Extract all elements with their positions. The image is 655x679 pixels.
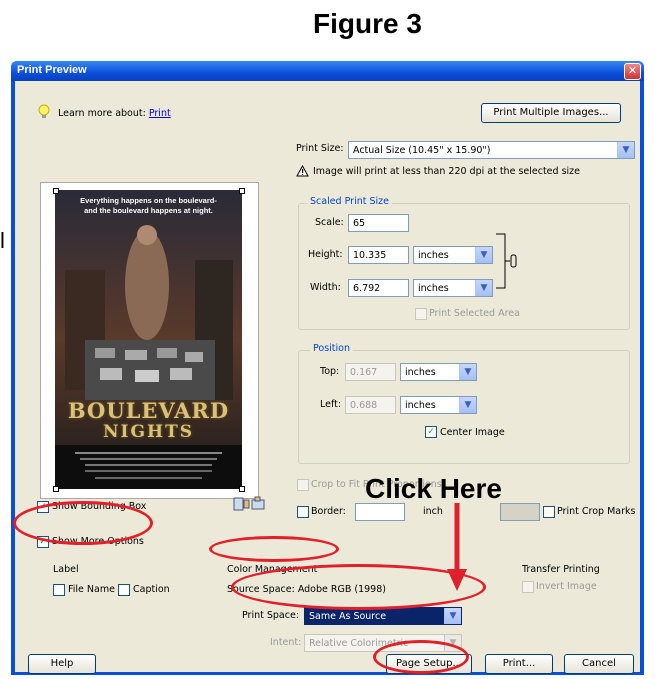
border-checkbox[interactable]: [297, 506, 309, 518]
center-image-checkbox[interactable]: ✓: [425, 426, 437, 438]
chevron-down-icon[interactable]: ▼: [459, 364, 476, 380]
arrow-down-icon: [445, 503, 469, 596]
transfer-printing-heading: Transfer Printing: [522, 564, 600, 575]
poster-title-line-1: BOULEVARD: [67, 398, 230, 423]
label-heading: Label: [53, 564, 79, 575]
crop-to-fit-checkbox[interactable]: [297, 479, 309, 491]
poster-title-line-2: NIGHTS: [103, 422, 194, 442]
chevron-down-icon[interactable]: ▼: [475, 280, 492, 296]
bounding-handle[interactable]: [239, 486, 245, 492]
orientation-icons[interactable]: [233, 496, 267, 515]
border-input[interactable]: [355, 503, 405, 521]
cancel-button[interactable]: Cancel: [564, 654, 634, 674]
chevron-down-icon[interactable]: ▼: [617, 142, 634, 158]
file-name-label: File Name: [68, 584, 115, 595]
left-unit-select[interactable]: inches ▼: [400, 396, 477, 414]
chevron-down-icon[interactable]: ▼: [444, 608, 461, 624]
close-icon[interactable]: ✕: [624, 63, 641, 80]
height-unit-select[interactable]: inches ▼: [413, 246, 493, 264]
print-space-label: Print Space:: [242, 610, 300, 621]
scaled-print-size-title: Scaled Print Size: [307, 196, 392, 207]
dialog-title: Print Preview: [17, 64, 87, 76]
invert-image-checkbox[interactable]: [522, 581, 534, 593]
top-input[interactable]: 0.167: [345, 363, 396, 381]
figure-title: Figure 3: [313, 8, 422, 39]
scale-label: Scale:: [315, 217, 344, 228]
invert-image-label: Invert Image: [536, 581, 597, 592]
help-button[interactable]: Help: [28, 654, 96, 674]
scale-input[interactable]: 65: [348, 214, 409, 232]
annotation-ellipse-page-setup: [373, 640, 469, 674]
click-here-annotation: Click Here: [365, 473, 502, 504]
print-button[interactable]: Print...: [485, 654, 553, 674]
poster-tagline: Everything happens on the boulevard- and…: [80, 196, 217, 215]
print-crop-marks-label: Print Crop Marks: [557, 506, 636, 517]
width-label: Width:: [310, 282, 341, 293]
position-title: Position: [310, 343, 353, 354]
width-unit-select[interactable]: inches ▼: [413, 279, 493, 297]
bounding-handle[interactable]: [53, 188, 59, 194]
lightbulb-icon: [37, 104, 51, 120]
side-text-fragment: l: [0, 228, 5, 253]
print-selected-area-label: Print Selected Area: [429, 308, 520, 319]
center-image-label: Center Image: [440, 427, 505, 438]
caption-checkbox[interactable]: [118, 584, 130, 596]
bleed-button[interactable]: [500, 503, 540, 521]
title-bar[interactable]: Print Preview ✕: [11, 61, 644, 81]
print-multiple-images-button[interactable]: Print Multiple Images...: [481, 103, 621, 123]
chevron-down-icon[interactable]: ▼: [459, 397, 476, 413]
bounding-handle[interactable]: [53, 486, 59, 492]
chevron-down-icon[interactable]: ▼: [475, 247, 492, 263]
warning-icon: [296, 164, 309, 180]
print-crop-marks-checkbox[interactable]: [543, 506, 555, 518]
caption-label: Caption: [133, 584, 170, 595]
left-label: Left:: [320, 399, 342, 410]
border-unit-label: inch: [423, 506, 443, 517]
learn-more-text: Learn more about: Print: [58, 108, 171, 119]
bounding-handle[interactable]: [239, 188, 245, 194]
border-label: Border:: [311, 506, 346, 517]
height-label: Height:: [308, 249, 343, 260]
constrain-link-icon[interactable]: [495, 233, 519, 292]
left-input[interactable]: 0.688: [345, 396, 396, 414]
print-size-select[interactable]: Actual Size (10.45" x 15.90") ▼: [348, 141, 635, 159]
preview-image[interactable]: Everything happens on the boulevard- and…: [55, 190, 242, 489]
print-size-label: Print Size:: [296, 143, 344, 154]
intent-label: Intent:: [270, 637, 302, 648]
print-preview-area: Everything happens on the boulevard- and…: [40, 182, 259, 499]
print-space-select[interactable]: Same As Source ▼: [304, 607, 462, 625]
annotation-ellipse-show-more-options: [13, 501, 153, 545]
dpi-warning: Image will print at less than 220 dpi at…: [313, 166, 580, 177]
top-unit-select[interactable]: inches ▼: [400, 363, 477, 381]
width-input[interactable]: 6.792: [348, 279, 409, 297]
print-selected-area-checkbox[interactable]: [415, 308, 427, 320]
top-label: Top:: [320, 366, 340, 377]
file-name-checkbox[interactable]: [53, 584, 65, 596]
annotation-ellipse-color-management: [209, 536, 339, 562]
height-input[interactable]: 10.335: [348, 246, 409, 264]
print-help-link[interactable]: Print: [149, 108, 171, 119]
